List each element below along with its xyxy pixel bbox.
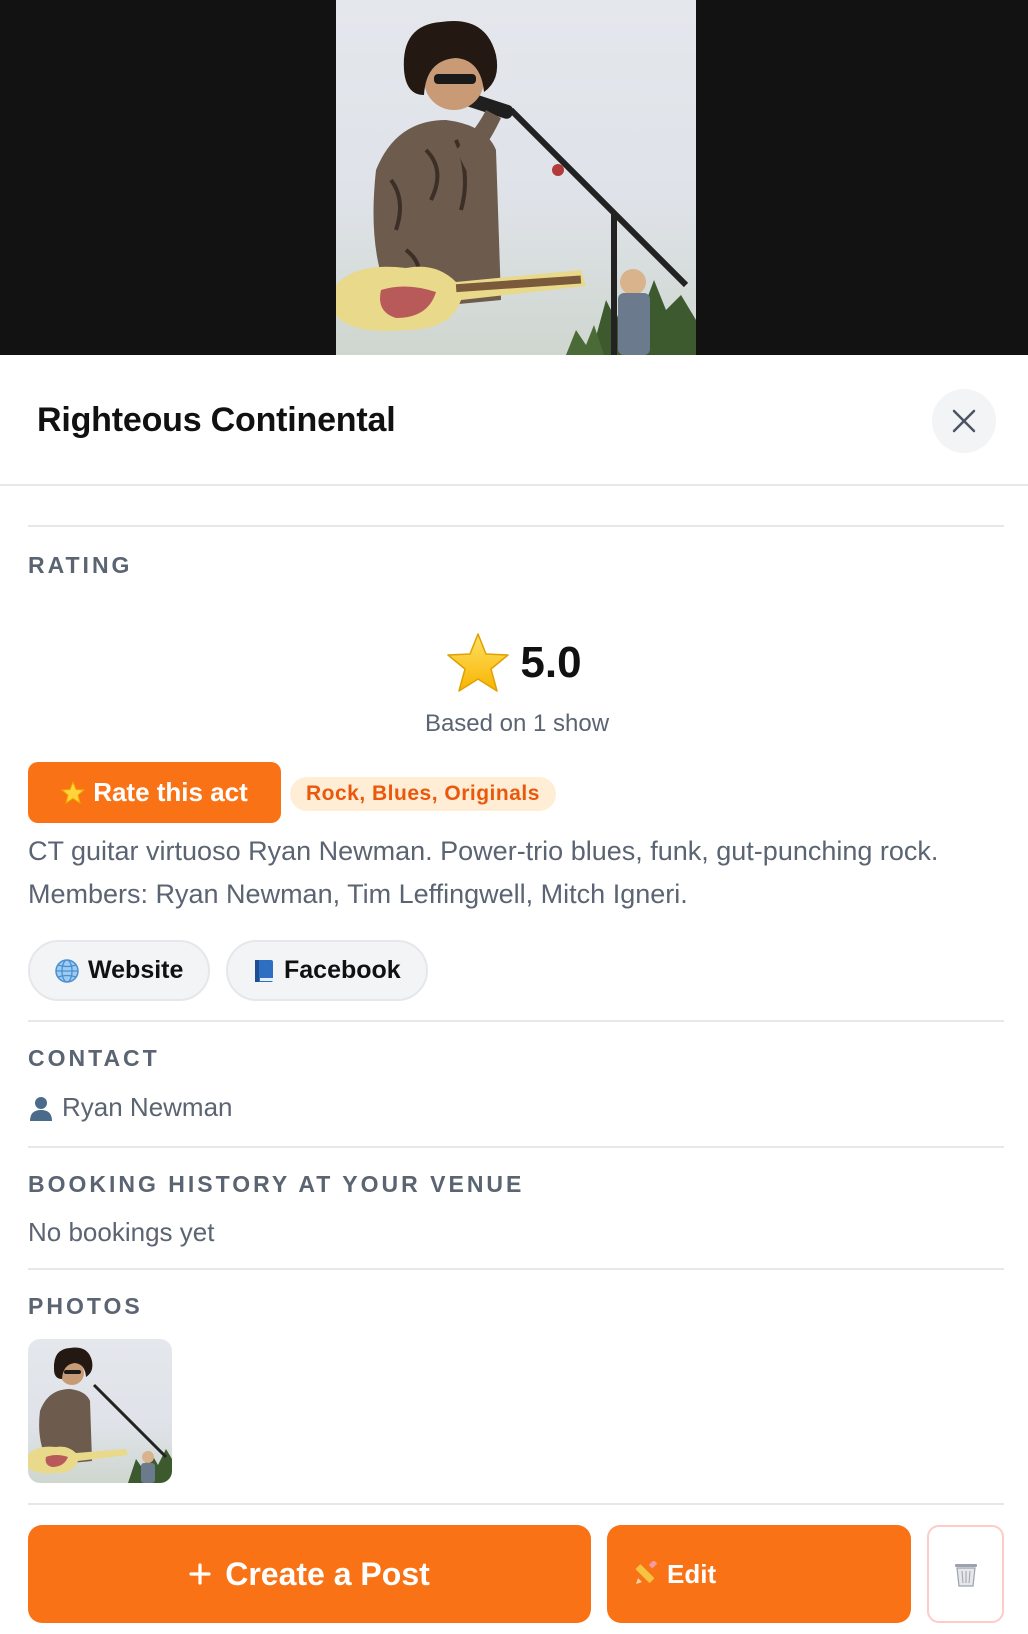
website-link[interactable]: Website	[28, 940, 210, 1001]
rate-act-button[interactable]: Rate this act	[28, 762, 281, 823]
rating-summary: 5.0	[0, 632, 1028, 694]
close-button[interactable]	[932, 389, 996, 453]
contact-section-label: CONTACT	[28, 1045, 160, 1071]
divider	[28, 525, 1004, 527]
edit-button[interactable]: Edit	[607, 1525, 911, 1623]
act-description: CT guitar virtuoso Ryan Newman. Power-tr…	[28, 836, 939, 909]
facebook-label: Facebook	[284, 956, 401, 984]
hero-banner	[0, 0, 1028, 355]
book-icon	[255, 959, 273, 982]
rating-value: 5.0	[520, 638, 582, 687]
divider	[28, 1503, 1004, 1505]
booking-history-label: BOOKING HISTORY AT YOUR VENUE	[28, 1171, 525, 1197]
photo-thumbnail[interactable]	[28, 1339, 172, 1483]
website-label: Website	[88, 956, 184, 984]
globe-icon	[55, 958, 79, 983]
create-post-label: Create a Post	[225, 1555, 430, 1592]
create-post-button[interactable]: Create a Post	[28, 1525, 591, 1623]
photos-section-label: PHOTOS	[28, 1293, 143, 1319]
delete-button[interactable]	[927, 1525, 1004, 1623]
contact-name: Ryan Newman	[62, 1092, 233, 1122]
edit-label: Edit	[667, 1558, 717, 1589]
star-icon	[447, 633, 510, 692]
star-icon	[61, 780, 86, 804]
no-bookings-text: No bookings yet	[28, 1217, 215, 1247]
divider	[28, 1268, 1004, 1270]
divider	[28, 1020, 1004, 1022]
rating-section-label: RATING	[28, 552, 133, 578]
hero-photo	[336, 0, 696, 355]
rating-subtext: Based on 1 show	[424, 710, 610, 737]
divider	[28, 1146, 1004, 1148]
rate-act-label: Rate this act	[93, 777, 248, 807]
modal-header: Righteous Continental	[0, 355, 1028, 486]
person-icon	[30, 1096, 52, 1121]
close-icon	[952, 409, 976, 433]
act-title: Righteous Continental	[37, 401, 396, 439]
facebook-link[interactable]: Facebook	[226, 940, 428, 1001]
contact-person: Ryan Newman	[28, 1092, 233, 1123]
pencil-icon	[635, 1561, 657, 1584]
trash-icon	[954, 1564, 977, 1587]
genre-badge: Rock, Blues, Originals	[290, 777, 556, 811]
plus-icon	[189, 1563, 211, 1585]
